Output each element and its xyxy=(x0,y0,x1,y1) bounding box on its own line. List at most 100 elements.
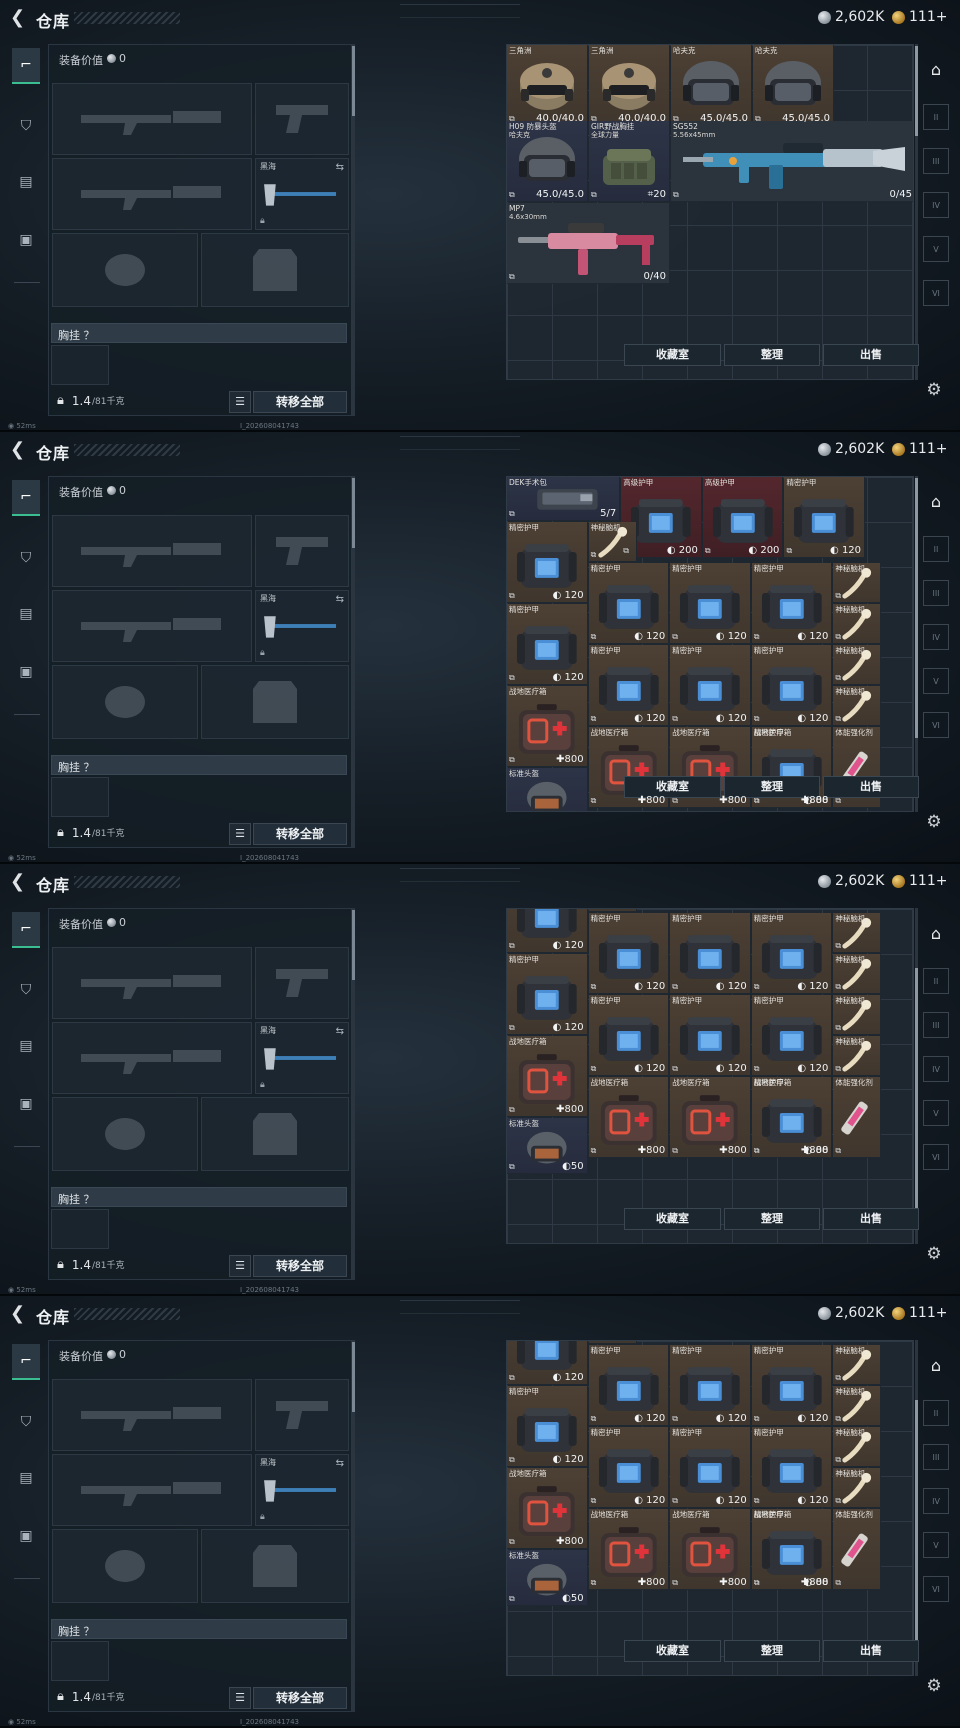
silver-balance[interactable]: 2,602K xyxy=(818,9,884,25)
stash-item[interactable]: 精密护甲⧉◐ 120 xyxy=(670,1345,751,1427)
collection-button[interactable]: 收藏室 xyxy=(624,1208,721,1230)
stash-item[interactable]: 精密护甲⧉◐ 120 xyxy=(507,1386,588,1468)
primary-weapon-slot[interactable] xyxy=(52,947,252,1019)
stash-item[interactable]: 精密护甲⧉◐ 120 xyxy=(507,604,588,686)
stash-item[interactable]: 精密护甲⧉◐ 120 xyxy=(588,913,670,995)
stash-item[interactable]: SG552 5.56x45mm ⧉ 0/45 xyxy=(671,121,913,202)
tab-tasks[interactable]: ▤ xyxy=(12,1032,40,1060)
tab-armor[interactable]: ⛉ xyxy=(12,1408,40,1436)
stash-item[interactable]: 精密护甲⧉◐ 120 xyxy=(670,645,751,727)
back-chevron-icon[interactable]: ❮ xyxy=(10,873,28,891)
stash-item[interactable]: 精密护甲⧉◐ 120 xyxy=(751,563,833,645)
tab-tasks[interactable]: ▤ xyxy=(12,600,40,628)
stash-item[interactable]: 神秘脑机⧉ xyxy=(588,1341,637,1345)
primary-weapon-slot[interactable] xyxy=(52,515,252,587)
tab-weapons[interactable]: ⌐ xyxy=(12,912,40,948)
stash-item[interactable]: 精密护甲⧉◐ 120 xyxy=(784,477,866,558)
stash-item[interactable]: 哈夫克 ⧉ 45.0/45.0 xyxy=(671,45,752,126)
chest-rig-slot[interactable] xyxy=(51,1641,109,1681)
stash-item[interactable]: 精密护甲⧉◐ 120 xyxy=(751,1345,833,1427)
chest-rig-bar[interactable]: 胸挂 ？ xyxy=(51,1619,347,1639)
tab-weapons[interactable]: ⌐ xyxy=(12,480,40,516)
stash-item[interactable]: 哈夫克 ⧉ 45.0/45.0 xyxy=(753,45,834,126)
tab-weapons[interactable]: ⌐ xyxy=(12,1344,40,1380)
pistol-slot[interactable] xyxy=(255,515,349,587)
helmet-slot[interactable] xyxy=(52,1097,198,1171)
back-chevron-icon[interactable]: ❮ xyxy=(10,1305,28,1323)
stash-item[interactable]: 精密护甲⧉◐ 120 xyxy=(507,1341,588,1386)
equipment-scrollbar[interactable] xyxy=(352,476,355,848)
chest-rig-bar[interactable]: 胸挂 ？ xyxy=(51,755,347,775)
stash-page-5[interactable]: V xyxy=(923,1532,949,1558)
stash-item[interactable]: 神秘脑机⧉ xyxy=(833,954,882,995)
stash-item[interactable]: 精密护甲⧉◐ 120 xyxy=(588,995,670,1077)
stash-item[interactable]: 精密护甲⧉◐ 120 xyxy=(588,645,670,727)
chest-rig-slot[interactable] xyxy=(51,777,109,817)
gold-balance[interactable]: 111+ xyxy=(892,1305,947,1321)
sell-button[interactable]: 出售 xyxy=(823,1640,919,1662)
stash-item[interactable]: 神秘脑机⧉ xyxy=(833,995,882,1036)
tab-armor[interactable]: ⛉ xyxy=(12,544,40,572)
chest-rig-slot[interactable] xyxy=(51,345,109,385)
stash-page-3[interactable]: III xyxy=(923,1012,949,1038)
back-chevron-icon[interactable]: ❮ xyxy=(10,441,28,459)
tab-bag[interactable]: ▣ xyxy=(12,1090,40,1118)
silver-balance[interactable]: 2,602K xyxy=(818,1305,884,1321)
stash-item[interactable]: 三角洲 ⧉ 40.0/40.0 xyxy=(507,45,588,126)
stash-page-2[interactable]: II xyxy=(923,536,949,562)
pistol-slot[interactable] xyxy=(255,1379,349,1451)
collection-button[interactable]: 收藏室 xyxy=(624,1640,721,1662)
stash-item[interactable]: 战地医疗箱 ⧉ ✚800 xyxy=(588,1077,670,1159)
stash-item[interactable]: 神秘脑机⧉ xyxy=(588,522,637,563)
stash-home-icon[interactable]: ⌂ xyxy=(923,920,949,946)
melee-slot[interactable]: 黑海 ⇆ 🔒︎ xyxy=(255,1022,349,1094)
stash-item[interactable]: 高级护甲 ⧉ ◐ 200 xyxy=(702,477,784,558)
armor-slot[interactable] xyxy=(201,665,349,739)
stash-item[interactable]: 神秘脑机⧉ xyxy=(833,1386,882,1427)
gold-balance[interactable]: 111+ xyxy=(892,873,947,889)
secondary-weapon-slot[interactable] xyxy=(52,1022,252,1094)
secondary-weapon-slot[interactable] xyxy=(52,158,252,230)
stash-page-6[interactable]: VI xyxy=(923,1144,949,1170)
stash-item[interactable]: 神秘脑机⧉ xyxy=(833,563,882,604)
stash-item[interactable]: 精密护甲⧉◐ 120 xyxy=(507,954,588,1036)
stash-page-2[interactable]: II xyxy=(923,104,949,130)
stash-scrollbar[interactable] xyxy=(915,908,918,1244)
sell-button[interactable]: 出售 xyxy=(823,344,919,366)
stash-item[interactable]: 三角洲 ⧉ 40.0/40.0 xyxy=(589,45,670,126)
stash-item[interactable]: 战地医疗箱 ⧉ ✚800 xyxy=(507,1036,588,1118)
stash-page-6[interactable]: VI xyxy=(923,1576,949,1602)
stash-item[interactable]: 体能强化剂 ⧉ xyxy=(833,1077,882,1159)
helmet-slot[interactable] xyxy=(52,1529,198,1603)
tab-bag[interactable]: ▣ xyxy=(12,658,40,686)
stash-item[interactable]: 精密护甲⧉◐ 120 xyxy=(751,995,833,1077)
silver-balance[interactable]: 2,602K xyxy=(818,873,884,889)
stash-item[interactable]: 神秘脑机⧉ xyxy=(833,645,882,686)
melee-slot[interactable]: 黑海 ⇆ 🔒︎ xyxy=(255,590,349,662)
gold-balance[interactable]: 111+ xyxy=(892,441,947,457)
transfer-all-button[interactable]: 转移全部 xyxy=(253,391,347,413)
secondary-weapon-slot[interactable] xyxy=(52,590,252,662)
stash-page-3[interactable]: III xyxy=(923,148,949,174)
back-chevron-icon[interactable]: ❮ xyxy=(10,9,28,27)
stash-item[interactable]: 神秘脑机⧉ xyxy=(833,686,882,727)
stash-item[interactable]: 精密护甲⧉◐ 120 xyxy=(670,1427,751,1509)
silver-balance[interactable]: 2,602K xyxy=(818,441,884,457)
transfer-all-button[interactable]: 转移全部 xyxy=(253,1255,347,1277)
gear-icon[interactable]: ⚙ xyxy=(924,1676,944,1696)
equipment-scrollbar[interactable] xyxy=(352,44,355,416)
stash-item[interactable]: 神秘脑机⧉ xyxy=(833,1036,882,1077)
stash-item[interactable]: GIR野战胸挂 全球力量 ⧉ ⌗20 xyxy=(589,121,670,202)
stash-scrollbar[interactable] xyxy=(915,44,918,380)
tab-tasks[interactable]: ▤ xyxy=(12,168,40,196)
stash-item[interactable]: 精密护甲⧉◐ 120 xyxy=(670,995,751,1077)
stash-page-4[interactable]: IV xyxy=(923,1488,949,1514)
chest-rig-bar[interactable]: 胸挂 ？ xyxy=(51,1187,347,1207)
stash-page-3[interactable]: III xyxy=(923,1444,949,1470)
stash-page-5[interactable]: V xyxy=(923,236,949,262)
gear-icon[interactable]: ⚙ xyxy=(924,380,944,400)
stash-page-2[interactable]: II xyxy=(923,1400,949,1426)
tab-bag[interactable]: ▣ xyxy=(12,1522,40,1550)
stash-item[interactable]: 精密护甲 ⧉ ◐ 88 xyxy=(751,1077,833,1159)
armor-slot[interactable] xyxy=(201,1097,349,1171)
